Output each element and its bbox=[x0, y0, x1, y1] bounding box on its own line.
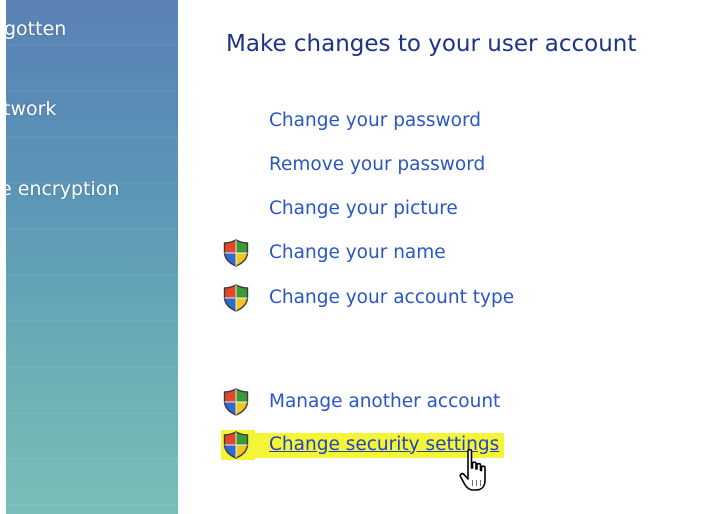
change-account-type-link[interactable]: Change your account type bbox=[221, 283, 517, 313]
sidebar-link-network[interactable]: twork bbox=[6, 98, 56, 120]
task-label[interactable]: Remove your password bbox=[255, 153, 488, 178]
uac-shield-icon bbox=[221, 430, 255, 460]
sidebar-link-password-reset[interactable]: gotten bbox=[6, 18, 66, 40]
task-label[interactable]: Change your password bbox=[255, 109, 484, 134]
change-password-link[interactable]: Change your password bbox=[221, 106, 484, 136]
shield-placeholder bbox=[221, 106, 255, 136]
change-name-link[interactable]: Change your name bbox=[221, 238, 449, 268]
uac-shield-icon bbox=[221, 283, 255, 313]
remove-password-link[interactable]: Remove your password bbox=[221, 150, 488, 180]
task-label[interactable]: Change your name bbox=[255, 241, 449, 266]
manage-another-account-link[interactable]: Manage another account bbox=[221, 387, 503, 417]
main-content: Make changes to your user account Change… bbox=[178, 0, 714, 514]
change-picture-link[interactable]: Change your picture bbox=[221, 194, 461, 224]
control-panel-window: gotten twork e encryption Make changes t… bbox=[0, 0, 714, 514]
uac-shield-icon bbox=[221, 387, 255, 417]
shield-placeholder bbox=[221, 150, 255, 180]
task-label[interactable]: Manage another account bbox=[255, 390, 503, 415]
page-title: Make changes to your user account bbox=[226, 31, 637, 57]
sidebar: gotten twork e encryption bbox=[6, 0, 178, 514]
uac-shield-icon bbox=[221, 238, 255, 268]
hand-pointer-cursor-icon bbox=[459, 448, 486, 491]
task-label[interactable]: Change your account type bbox=[255, 286, 517, 311]
sidebar-link-file-encryption[interactable]: e encryption bbox=[6, 178, 119, 200]
shield-placeholder bbox=[221, 194, 255, 224]
task-label[interactable]: Change your picture bbox=[255, 197, 461, 222]
